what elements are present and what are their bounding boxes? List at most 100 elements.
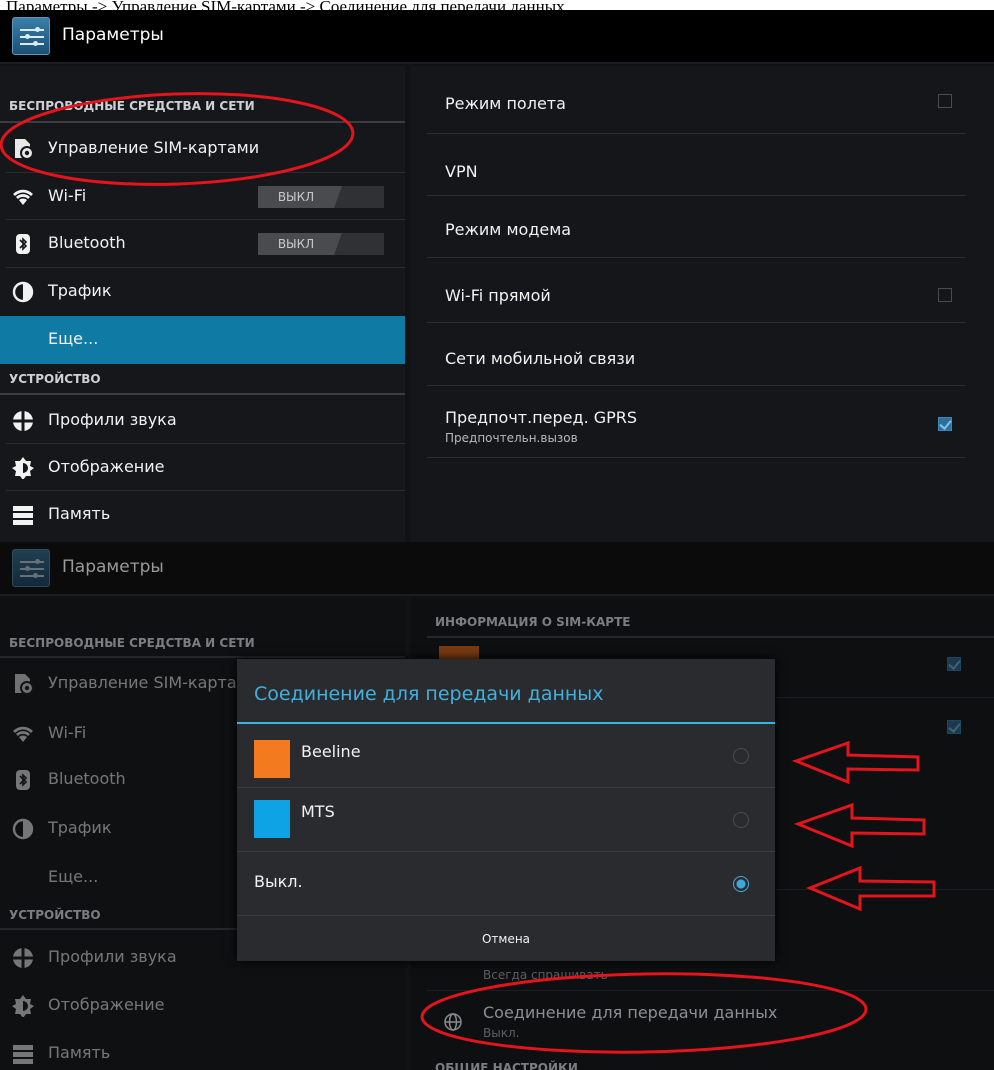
menu-label: Wi-Fi xyxy=(48,186,87,205)
vpn-item[interactable]: VPN xyxy=(427,156,966,196)
bluetooth-icon xyxy=(12,233,34,255)
memory-icon xyxy=(12,1043,34,1065)
data-connection-dialog: Соединение для передачи данных Beeline M… xyxy=(237,659,775,961)
sound-profile-icon xyxy=(12,947,34,969)
menu-label: Управление SIM-картами xyxy=(48,673,260,692)
settings-screen-top: Параметры БЕСПРОВОДНЫЕ СРЕДСТВА И СЕТИ У… xyxy=(0,10,994,542)
more-settings-pane: Режим полета VPN Режим модема Wi-Fi прям… xyxy=(411,66,994,542)
option-mts[interactable]: MTS xyxy=(237,788,775,850)
divider xyxy=(427,990,994,991)
divider xyxy=(427,457,966,458)
item-label: Режим полета xyxy=(445,94,566,113)
menu-item-more[interactable]: Еще... xyxy=(0,316,405,364)
sim2-checkbox[interactable] xyxy=(947,720,961,734)
gprs-preference-checkbox[interactable] xyxy=(938,417,952,431)
settings-menu: БЕСПРОВОДНЫЕ СРЕДСТВА И СЕТИ Управление … xyxy=(0,66,405,542)
section-header-wireless: БЕСПРОВОДНЫЕ СРЕДСТВА И СЕТИ xyxy=(9,99,255,113)
display-brightness-icon xyxy=(12,457,34,480)
menu-label: Профили звука xyxy=(48,947,177,966)
divider xyxy=(427,133,966,134)
section-header-device: УСТРОЙСТВО xyxy=(9,908,101,922)
header-divider xyxy=(0,656,405,658)
menu-label: Отображение xyxy=(48,457,165,476)
wifi-toggle[interactable]: ВЫКЛ xyxy=(258,186,384,208)
menu-label: Bluetooth xyxy=(48,769,126,788)
data-connection-label: Соединение для передачи данных xyxy=(483,1003,778,1022)
off-radio[interactable] xyxy=(733,876,749,892)
menu-item-sim[interactable]: Управление SIM-картами xyxy=(0,125,405,171)
mobile-networks-item[interactable]: Сети мобильной связи xyxy=(427,343,966,383)
section-header-general: ОБЩИЕ НАСТРОЙКИ xyxy=(435,1061,578,1070)
header-divider xyxy=(427,636,994,638)
item-label: VPN xyxy=(445,162,478,181)
divider xyxy=(427,385,966,386)
action-bar: Параметры xyxy=(0,10,994,64)
menu-label: Память xyxy=(48,1043,111,1062)
cancel-button[interactable]: Отмена xyxy=(237,915,775,962)
mts-radio[interactable] xyxy=(733,812,749,828)
menu-item-sound[interactable]: Профили звука xyxy=(0,397,405,443)
menu-item-memory[interactable]: Память xyxy=(0,491,405,537)
menu-item-wifi[interactable]: Wi-Fi ВЫКЛ xyxy=(0,173,405,219)
header-divider xyxy=(0,121,405,123)
menu-label: Память xyxy=(48,504,111,523)
menu-label: Управление SIM-картами xyxy=(48,138,260,157)
option-label: Beeline xyxy=(301,742,361,761)
action-bar: Параметры xyxy=(0,542,994,596)
toggle-label: ВЫКЛ xyxy=(258,233,342,255)
bluetooth-toggle[interactable]: ВЫКЛ xyxy=(258,233,384,255)
settings-app-icon[interactable] xyxy=(12,17,50,55)
option-beeline[interactable]: Beeline xyxy=(237,724,775,786)
menu-label: Еще... xyxy=(48,867,99,886)
modem-mode-item[interactable]: Режим модема xyxy=(427,214,966,254)
traffic-icon xyxy=(12,818,34,840)
sim-card-icon xyxy=(12,138,34,160)
wifi-direct-checkbox[interactable] xyxy=(938,288,952,302)
settings-app-icon[interactable] xyxy=(12,549,50,587)
gprs-preference-item[interactable]: Предпочт.перед. GPRS Предпочтельн.вызов xyxy=(427,396,966,448)
beeline-radio[interactable] xyxy=(733,748,749,764)
item-label: Предпочт.перед. GPRS xyxy=(445,408,638,427)
menu-item-display[interactable]: Отображение xyxy=(0,982,405,1028)
menu-label: Еще... xyxy=(48,329,99,348)
display-brightness-icon xyxy=(12,995,34,1018)
item-label: Wi-Fi прямой xyxy=(445,286,551,305)
item-label: Сети мобильной связи xyxy=(445,349,636,368)
menu-item-memory[interactable]: Память xyxy=(0,1030,405,1070)
sound-profile-icon xyxy=(12,410,34,432)
section-header-wireless: БЕСПРОВОДНЫЕ СРЕДСТВА И СЕТИ xyxy=(9,636,255,650)
data-connection-item[interactable]: Соединение для передачи данных Выкл. xyxy=(427,996,994,1048)
header-divider xyxy=(0,393,405,395)
menu-label: Трафик xyxy=(48,281,112,300)
wifi-icon xyxy=(12,723,34,745)
wifi-icon xyxy=(12,186,34,208)
section-header-sim-info: ИНФОРМАЦИЯ О SIM-КАРТЕ xyxy=(435,615,631,629)
airplane-mode-checkbox[interactable] xyxy=(938,94,952,108)
menu-item-bluetooth[interactable]: Bluetooth ВЫКЛ xyxy=(0,220,405,266)
beeline-color-swatch xyxy=(254,740,290,778)
wifi-direct-item[interactable]: Wi-Fi прямой xyxy=(427,280,966,320)
divider xyxy=(427,195,966,196)
menu-item-traffic[interactable]: Трафик xyxy=(0,268,405,314)
item-label: Режим модема xyxy=(445,220,572,239)
menu-item-display[interactable]: Отображение xyxy=(0,444,405,490)
option-label: Выкл. xyxy=(254,872,303,891)
data-connection-value: Выкл. xyxy=(483,1026,520,1040)
section-header-device: УСТРОЙСТВО xyxy=(9,372,101,386)
sim-card-icon xyxy=(12,673,34,695)
sim1-checkbox[interactable] xyxy=(947,657,961,671)
menu-label: Профили звука xyxy=(48,410,177,429)
mts-color-swatch xyxy=(254,800,290,838)
menu-label: Bluetooth xyxy=(48,233,126,252)
divider xyxy=(427,322,966,323)
airplane-mode-item[interactable]: Режим полета xyxy=(427,86,966,126)
bluetooth-icon xyxy=(12,769,34,791)
menu-label: Wi-Fi xyxy=(48,723,87,742)
toggle-label: ВЫКЛ xyxy=(258,186,342,208)
option-label: MTS xyxy=(301,802,335,821)
settings-screen-bottom: Параметры БЕСПРОВОДНЫЕ СРЕДСТВА И СЕТИ У… xyxy=(0,542,994,1070)
memory-icon xyxy=(12,504,34,526)
app-title: Параметры xyxy=(62,557,164,577)
globe-icon xyxy=(443,1012,463,1032)
option-off[interactable]: Выкл. xyxy=(237,852,775,914)
